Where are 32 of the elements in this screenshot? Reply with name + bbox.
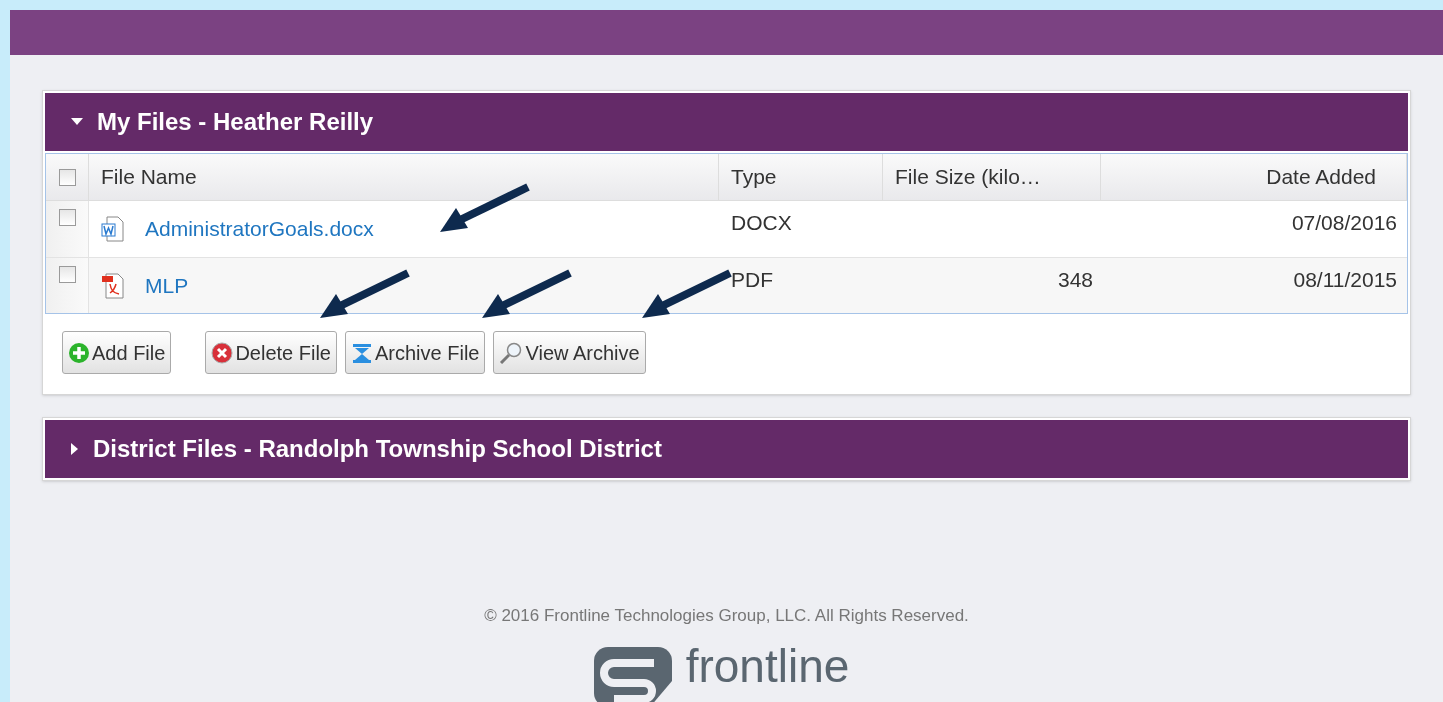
pdf-document-icon bbox=[101, 271, 125, 300]
copyright-text: © 2016 Frontline Technologies Group, LLC. All Rights Reserved. bbox=[484, 605, 969, 627]
column-header[interactable]: File Name bbox=[89, 154, 719, 200]
table-cell: 08/11/2015 bbox=[1293, 268, 1397, 291]
column-header[interactable]: Date Added bbox=[1101, 154, 1407, 200]
plus-icon bbox=[68, 341, 90, 364]
panel-title: My Files - Heather Reilly bbox=[97, 107, 374, 137]
file-link[interactable]: MLP bbox=[145, 269, 189, 302]
column-header[interactable]: Type bbox=[719, 154, 883, 200]
search-icon bbox=[499, 341, 524, 364]
toolbar-button[interactable]: View Archive bbox=[493, 331, 646, 374]
close-icon bbox=[211, 341, 234, 364]
caret-down-icon bbox=[71, 118, 83, 126]
table-cell: 07/08/2016 bbox=[1291, 211, 1397, 234]
table-cell-text: PDF bbox=[730, 267, 774, 293]
archive-icon bbox=[351, 341, 373, 364]
checkbox[interactable] bbox=[58, 209, 76, 226]
checkbox[interactable] bbox=[58, 266, 76, 283]
toolbar-button[interactable]: Archive File bbox=[345, 331, 486, 374]
column-header[interactable]: File Size (kilo… bbox=[883, 154, 1101, 200]
checkbox[interactable] bbox=[58, 168, 76, 186]
toolbar-button[interactable]: Add File bbox=[62, 331, 172, 374]
word-document-icon bbox=[101, 215, 125, 243]
file-link[interactable]: AdministratorGoals.docx bbox=[145, 213, 374, 245]
table-cell-text: DOCX bbox=[730, 210, 793, 236]
caret-right-icon bbox=[71, 443, 79, 455]
panel-header[interactable]: District Files - Randolph Township School District bbox=[45, 420, 1408, 478]
panel-header[interactable]: My Files - Heather Reilly bbox=[45, 93, 1408, 151]
company-logo: frontline bbox=[593, 646, 850, 702]
panel-title: District Files - Randolph Township School District bbox=[93, 434, 662, 464]
table-cell: 348 bbox=[1057, 268, 1093, 291]
toolbar-button[interactable]: Delete File bbox=[205, 331, 337, 374]
